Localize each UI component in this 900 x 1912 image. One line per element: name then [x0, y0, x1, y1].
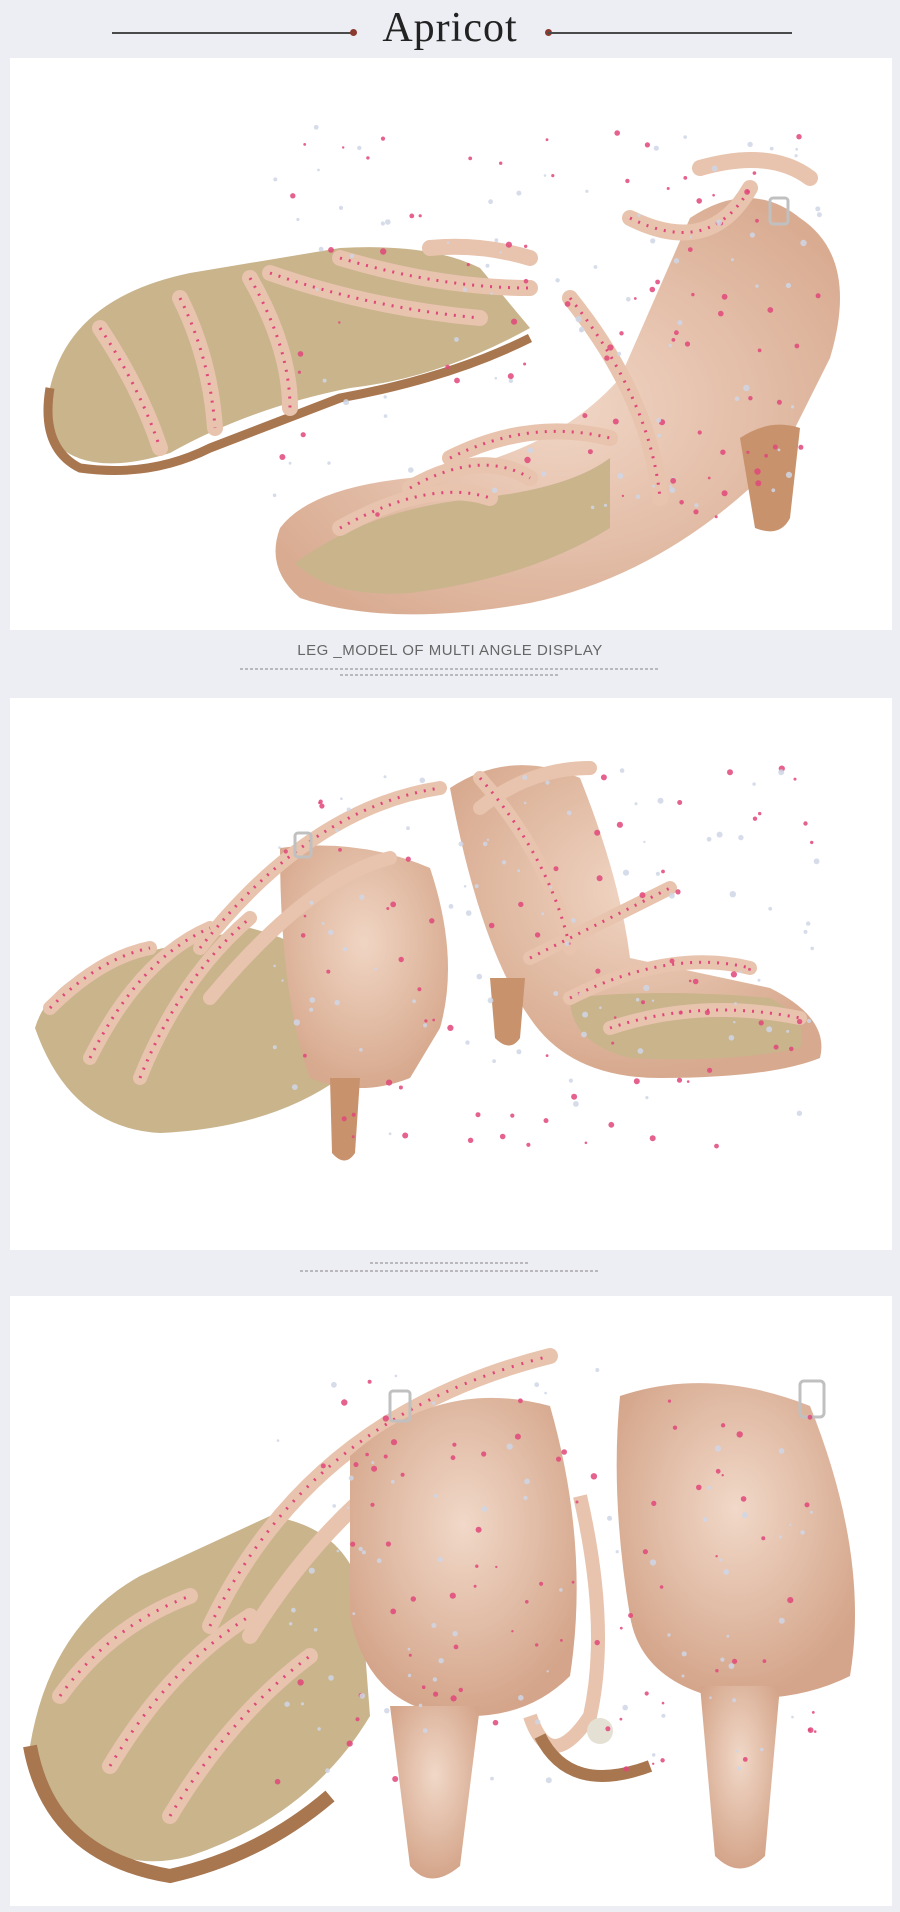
caption-subtext-2	[340, 674, 560, 676]
color-title: Apricot	[382, 5, 518, 51]
product-photo-rear-closeup	[10, 1296, 892, 1906]
product-photo-back-front-view	[10, 698, 892, 1250]
separator-subtext-2	[300, 1270, 600, 1272]
product-photo-side-view	[10, 58, 892, 630]
title-bar: Apricot	[0, 0, 900, 60]
caption-subtext	[240, 668, 660, 670]
title-divider-right	[548, 32, 792, 34]
separator-subtext-1	[370, 1262, 530, 1264]
display-caption: LEG _MODEL OF MULTI ANGLE DISPLAY	[297, 642, 603, 659]
